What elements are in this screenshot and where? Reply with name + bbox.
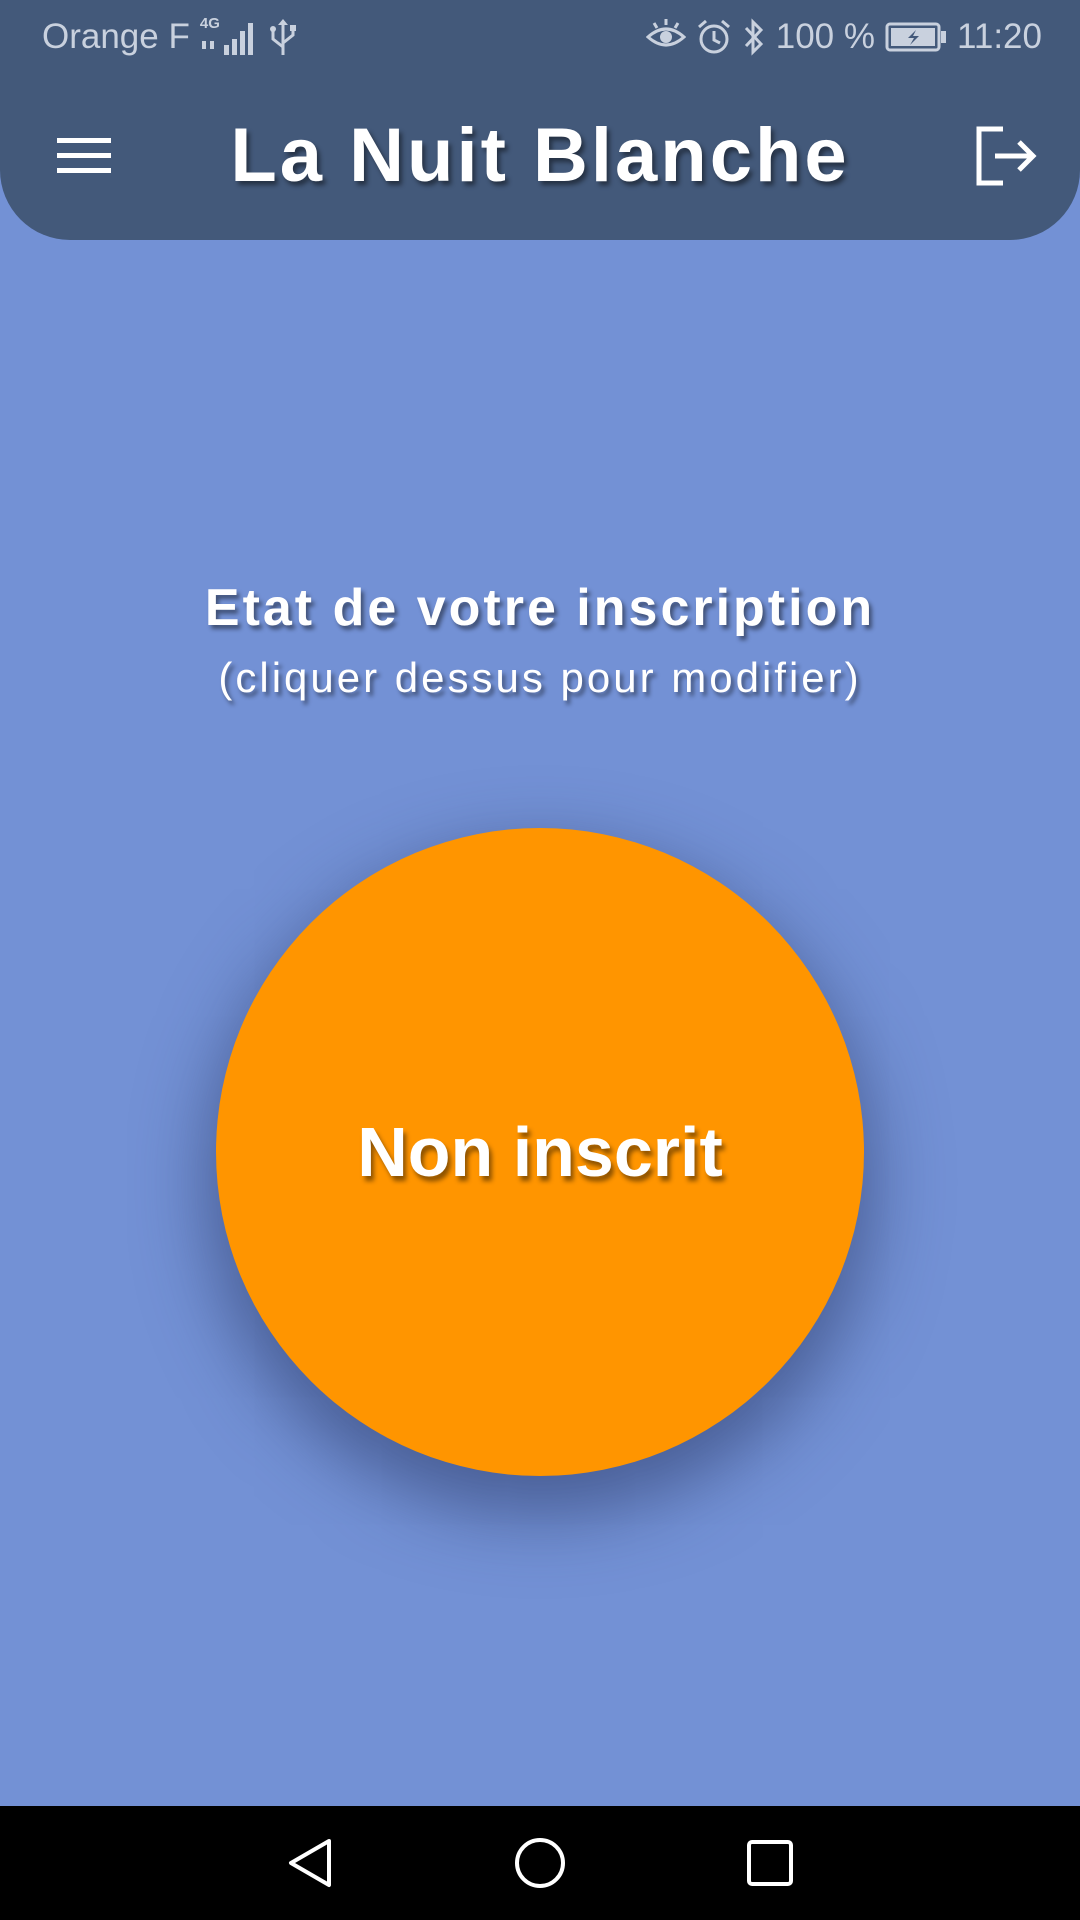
app-bar: La Nuit Blanche — [0, 76, 1080, 240]
battery-percentage: 100 % — [775, 17, 875, 56]
app-title: La Nuit Blanche — [230, 113, 850, 198]
clock-time: 11:20 — [957, 17, 1042, 56]
back-icon — [289, 1839, 331, 1887]
header: Orange F 4G 100 % 11:20 La Nuit Blanche — [0, 0, 1080, 240]
status-bar: Orange F 4G 100 % 11:20 — [0, 0, 1080, 76]
registration-status-hint: (cliquer dessus pour modifier) — [218, 654, 862, 701]
back-button[interactable] — [280, 1833, 340, 1893]
alarm-icon — [696, 18, 732, 56]
eye-icon — [645, 19, 686, 55]
registration-status-label: Non inscrit — [357, 1113, 723, 1191]
status-bar-left: Orange F 4G — [42, 15, 298, 59]
recents-button[interactable] — [740, 1833, 800, 1893]
registration-status-button[interactable]: Non inscrit — [216, 828, 864, 1476]
network-type: 4G — [199, 15, 220, 32]
status-bar-right: 100 % 11:20 — [645, 15, 1042, 59]
usb-icon — [268, 17, 298, 57]
screen: Orange F 4G 100 % 11:20 La Nuit Blanche … — [0, 0, 1080, 1920]
home-icon — [515, 1838, 565, 1888]
home-button[interactable] — [510, 1833, 570, 1893]
logout-button[interactable] — [970, 122, 1042, 190]
bluetooth-icon — [742, 17, 766, 57]
registration-status-heading: Etat de votre inscription — [204, 579, 876, 637]
carrier-name: Orange F — [42, 17, 190, 56]
navigation-bar — [0, 1806, 1080, 1920]
logout-icon — [976, 126, 1037, 186]
signal-icon: 4G — [199, 15, 258, 57]
battery-charging-icon — [885, 21, 947, 53]
recents-icon — [747, 1840, 793, 1886]
